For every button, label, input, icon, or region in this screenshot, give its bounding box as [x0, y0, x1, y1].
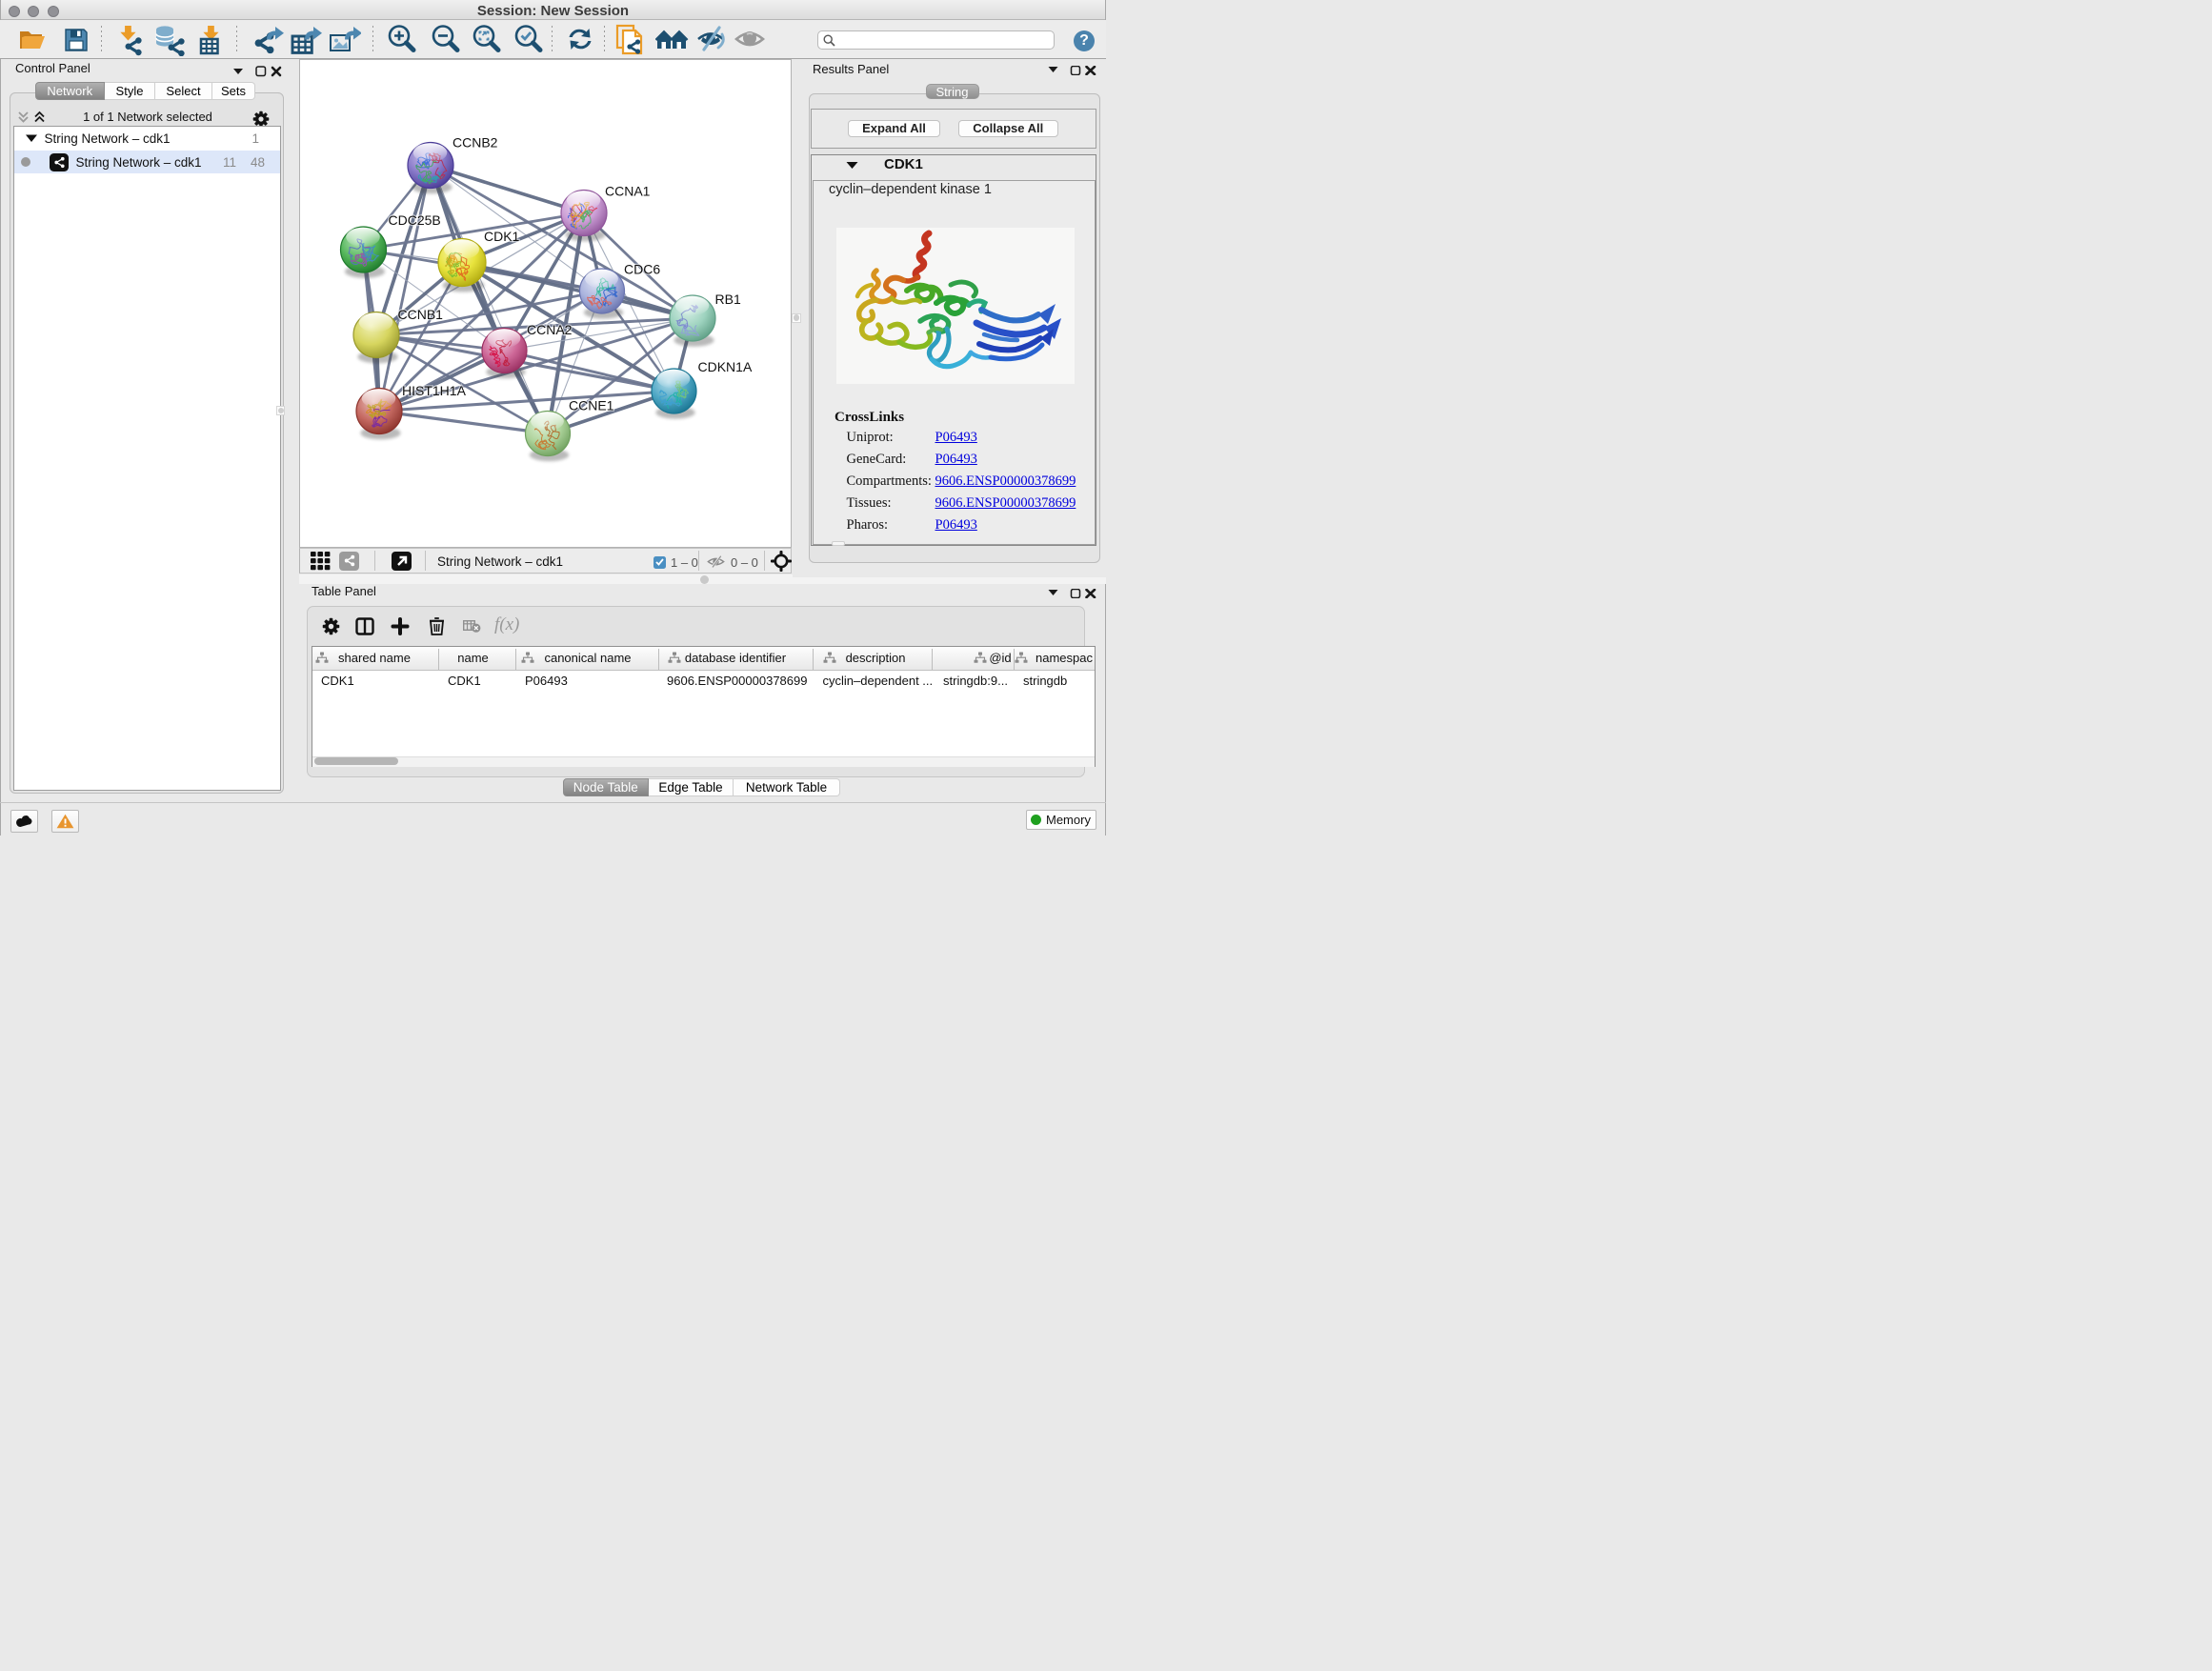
svg-text:RB1: RB1 — [715, 292, 741, 307]
svg-text:CDC6: CDC6 — [624, 262, 660, 277]
svg-text:HIST1H1A: HIST1H1A — [402, 383, 467, 398]
svg-text:CDK1: CDK1 — [484, 229, 520, 244]
svg-text:CCNE1: CCNE1 — [569, 398, 614, 413]
svg-text:CCNB1: CCNB1 — [398, 307, 444, 322]
svg-text:CCNA2: CCNA2 — [527, 322, 573, 337]
svg-text:CCNA1: CCNA1 — [605, 184, 651, 199]
svg-text:CCNB2: CCNB2 — [452, 135, 498, 151]
svg-text:CDC25B: CDC25B — [389, 212, 441, 228]
svg-text:CDKN1A: CDKN1A — [698, 359, 753, 374]
